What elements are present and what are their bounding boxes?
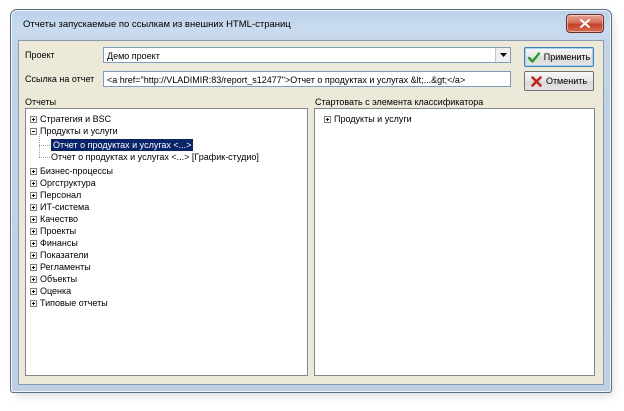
link-label: Ссылка на отчет	[25, 74, 95, 84]
tree-item-indicators[interactable]: Показатели	[30, 249, 88, 261]
expand-icon[interactable]	[324, 115, 331, 123]
checkmark-icon	[527, 51, 540, 63]
close-icon	[580, 19, 590, 28]
tree-item-finance[interactable]: Финансы	[30, 237, 78, 249]
tree-connector	[39, 145, 50, 146]
dialog-window: Отчеты запускаемые по ссылкам из внешних…	[10, 9, 612, 393]
cancel-button-label: Отменить	[545, 76, 588, 86]
tree-item-report-chart[interactable]: Отчет о продуктах и услугах <...> [Графи…	[51, 151, 259, 163]
link-field-value: <a href="http://VLADIMIR:83/report_s1247…	[107, 75, 466, 85]
tree-connector	[39, 157, 50, 158]
expand-icon[interactable]	[30, 299, 37, 307]
expand-icon[interactable]	[30, 167, 37, 175]
reports-panel-label: Отчеты	[25, 97, 57, 107]
apply-button[interactable]: Применить	[524, 47, 594, 67]
expand-icon[interactable]	[30, 215, 37, 223]
tree-item-regulations[interactable]: Регламенты	[30, 261, 91, 273]
cancel-button[interactable]: Отменить	[524, 71, 594, 91]
link-field[interactable]: <a href="http://VLADIMIR:83/report_s1247…	[103, 71, 511, 87]
tree-item-org-structure[interactable]: Оргструктура	[30, 177, 96, 189]
close-button[interactable]	[566, 14, 604, 33]
tree-item-classifier-products[interactable]: Продукты и услуги	[324, 113, 412, 125]
classifier-panel-label: Стартовать с элемента классификатора	[315, 97, 484, 107]
tree-item-projects[interactable]: Проекты	[30, 225, 76, 237]
dialog-content: Проект Демо проект Ссылка на отчет <a hr…	[18, 40, 604, 385]
tree-item-strategy[interactable]: Стратегия и BSC	[30, 113, 111, 125]
window-title: Отчеты запускаемые по ссылкам из внешних…	[23, 19, 291, 30]
expand-icon[interactable]	[30, 239, 37, 247]
tree-item-personnel[interactable]: Персонал	[30, 189, 81, 201]
classifier-tree[interactable]: Продукты и услуги	[314, 108, 595, 376]
project-select[interactable]: Демо проект	[103, 47, 511, 63]
expand-icon[interactable]	[30, 275, 37, 283]
chevron-down-icon[interactable]	[495, 48, 510, 62]
tree-item-report-selected[interactable]: Отчет о продуктах и услугах <...>	[49, 138, 195, 152]
expand-icon[interactable]	[30, 115, 37, 123]
cross-icon	[531, 75, 542, 87]
tree-item-quality[interactable]: Качество	[30, 213, 78, 225]
tree-item-business-processes[interactable]: Бизнес-процессы	[30, 165, 113, 177]
tree-item-typical-reports[interactable]: Типовые отчеты	[30, 297, 108, 309]
expand-icon[interactable]	[30, 227, 37, 235]
project-select-value: Демо проект	[107, 51, 160, 61]
tree-item-it-system[interactable]: ИТ-система	[30, 201, 89, 213]
tree-item-objects[interactable]: Объекты	[30, 273, 77, 285]
expand-icon[interactable]	[30, 191, 37, 199]
apply-button-label: Применить	[543, 52, 591, 62]
tree-item-assessment[interactable]: Оценка	[30, 285, 71, 297]
title-bar[interactable]: Отчеты запускаемые по ссылкам из внешних…	[11, 10, 611, 40]
expand-icon[interactable]	[30, 179, 37, 187]
tree-item-products[interactable]: Продукты и услуги	[30, 125, 118, 137]
expand-icon[interactable]	[30, 287, 37, 295]
expand-icon[interactable]	[30, 203, 37, 211]
project-label: Проект	[25, 50, 55, 60]
expand-icon[interactable]	[30, 263, 37, 271]
collapse-icon[interactable]	[30, 127, 37, 135]
expand-icon[interactable]	[30, 251, 37, 259]
reports-tree[interactable]: Стратегия и BSC Продукты и услуги Отчет …	[25, 108, 308, 376]
